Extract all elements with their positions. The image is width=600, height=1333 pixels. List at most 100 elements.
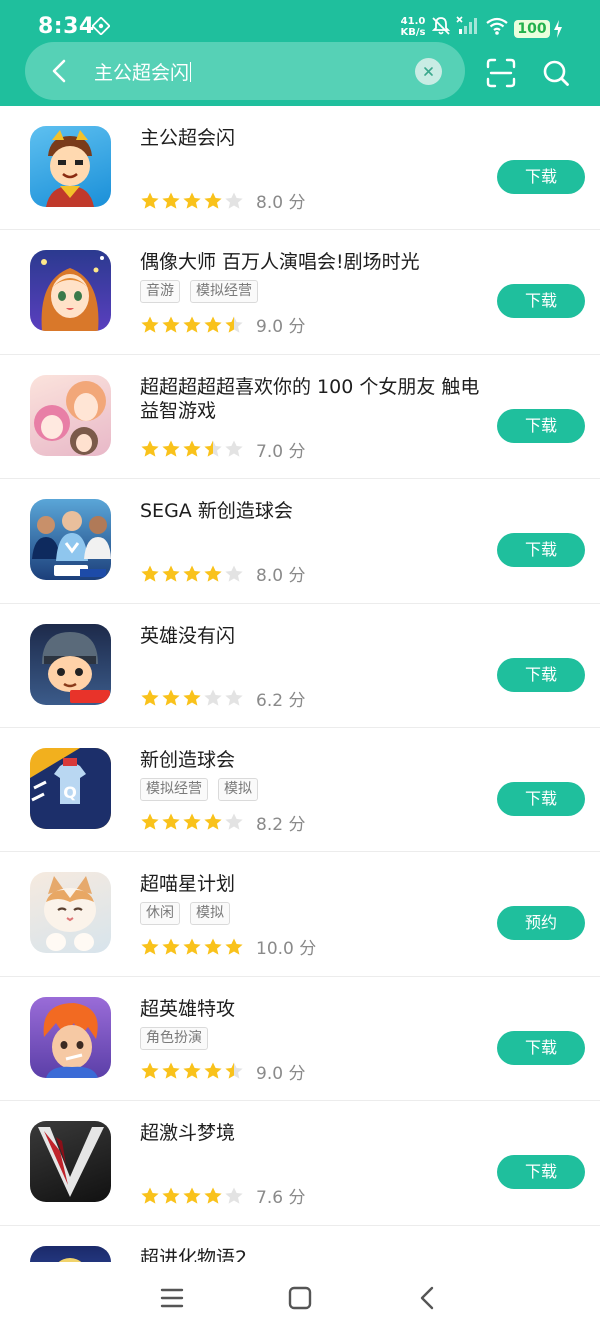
- star-half-icon: [225, 1062, 243, 1079]
- menu-icon[interactable]: [158, 1284, 186, 1312]
- star-filled-icon: [183, 565, 201, 582]
- star-half-icon: [225, 316, 243, 333]
- clear-search-button[interactable]: [415, 58, 442, 85]
- star-filled-icon: [204, 938, 222, 955]
- app-tag[interactable]: 模拟经营: [190, 280, 258, 304]
- list-item[interactable]: 英雄没有闪 6.2 分 下载: [0, 604, 600, 728]
- back-arrow-icon[interactable]: [47, 57, 73, 85]
- app-name[interactable]: 超超超超超喜欢你的 100 个女朋友 触电益智游戏: [140, 375, 480, 423]
- download-button[interactable]: 下载: [497, 533, 585, 568]
- list-item[interactable]: 超英雄特攻 角色扮演 9.0 分 下载: [0, 977, 600, 1102]
- star-filled-icon: [183, 440, 201, 457]
- hero-helmet-icon: [42, 631, 110, 703]
- app-rating: 10.0 分: [140, 934, 316, 959]
- star-rating: [140, 1061, 244, 1081]
- list-item[interactable]: 超喵星计划 休闲 模拟 10.0 分 预约: [0, 852, 600, 977]
- status-bar: 8:34 41.0 KB/s 100: [0, 0, 600, 48]
- star-rating: [140, 191, 244, 211]
- app-icon-anniv-jersey[interactable]: Q: [30, 747, 111, 829]
- app-icon-cartoon-lord[interactable]: [30, 126, 111, 207]
- home-icon[interactable]: [286, 1284, 314, 1312]
- app-name[interactable]: 偶像大师 百万人演唱会!剧场时光: [140, 250, 480, 274]
- status-time: 8:34: [38, 14, 95, 39]
- idol-girl-icon: [41, 256, 104, 332]
- list-item[interactable]: 超进化物语2: [0, 1226, 600, 1262]
- search-input[interactable]: 主公超会闪: [94, 58, 192, 85]
- app-icon-cat[interactable]: [30, 872, 111, 954]
- app-rating: 8.2 分: [140, 810, 305, 835]
- list-item[interactable]: 超激斗梦境 7.6 分 下载: [0, 1101, 600, 1226]
- search-results-list[interactable]: 主公超会闪 8.0 分 下载 偶像大师 百万人演唱会!剧场时光 音游 模拟经营 …: [0, 106, 600, 1262]
- app-name[interactable]: 超英雄特攻: [140, 997, 480, 1021]
- list-item[interactable]: 主公超会闪 8.0 分 下载: [0, 106, 600, 231]
- app-rating: 8.0 分: [140, 188, 305, 213]
- app-name[interactable]: 超进化物语2: [140, 1246, 480, 1262]
- star-filled-icon: [141, 1187, 159, 1204]
- list-item[interactable]: SEGA 新创造球会 8.0 分 下载: [0, 479, 600, 604]
- download-button[interactable]: 下载: [497, 657, 585, 692]
- app-name[interactable]: 新创造球会: [140, 748, 480, 772]
- app-rating: 9.0 分: [140, 1059, 305, 1084]
- top-bar: 8:34 41.0 KB/s 100 主公超会闪: [0, 0, 600, 106]
- download-button[interactable]: 下载: [497, 160, 585, 194]
- search-icon[interactable]: [542, 59, 570, 87]
- app-tag[interactable]: 音游: [140, 280, 180, 304]
- star-filled-icon: [204, 565, 222, 582]
- app-score: 8.0 分: [256, 193, 306, 213]
- star-filled-icon: [141, 689, 159, 706]
- star-empty-icon: [204, 689, 222, 706]
- star-filled-icon: [141, 1062, 159, 1079]
- back-icon[interactable]: [414, 1284, 442, 1312]
- app-icon-hero-helmet[interactable]: [30, 623, 111, 705]
- star-filled-icon: [162, 192, 180, 209]
- app-icon-orange-hair-hero[interactable]: [30, 996, 111, 1078]
- reserve-button[interactable]: 预约: [497, 906, 585, 941]
- star-filled-icon: [225, 938, 243, 955]
- app-name[interactable]: 英雄没有闪: [140, 624, 480, 648]
- star-filled-icon: [162, 938, 180, 955]
- app-tag[interactable]: 模拟: [190, 902, 230, 926]
- app-name[interactable]: 超喵星计划: [140, 872, 480, 896]
- settings-diamond-icon: [92, 17, 110, 35]
- download-button[interactable]: 下载: [497, 408, 585, 443]
- list-item[interactable]: 偶像大师 百万人演唱会!剧场时光 音游 模拟经营 9.0 分 下载: [0, 230, 600, 355]
- star-filled-icon: [183, 316, 201, 333]
- star-half-icon: [204, 440, 222, 457]
- anime-girls-icon: [34, 380, 106, 455]
- download-button[interactable]: 下载: [497, 284, 585, 319]
- star-empty-icon: [225, 813, 243, 831]
- list-item[interactable]: 超超超超超喜欢你的 100 个女朋友 触电益智游戏 7.0 分 下载: [0, 355, 600, 480]
- star-filled-icon: [162, 689, 180, 706]
- app-tag[interactable]: 模拟: [218, 777, 258, 801]
- app-icon-anime-girls[interactable]: [30, 374, 111, 456]
- app-tag[interactable]: 模拟经营: [140, 777, 208, 801]
- search-box[interactable]: 主公超会闪: [25, 42, 465, 100]
- app-name[interactable]: SEGA 新创造球会: [140, 499, 480, 523]
- star-filled-icon: [162, 1187, 180, 1204]
- app-tags: 音游 模拟经营: [140, 280, 258, 304]
- app-icon-dark-blade[interactable]: [30, 1121, 111, 1203]
- app-icon-soccer-club[interactable]: [30, 499, 111, 581]
- app-rating: 6.2 分: [140, 686, 305, 711]
- app-score: 8.2 分: [256, 814, 306, 835]
- download-button[interactable]: 下载: [497, 781, 585, 816]
- star-filled-icon: [141, 316, 159, 333]
- star-filled-icon: [183, 689, 201, 706]
- star-filled-icon: [141, 813, 159, 831]
- app-tag[interactable]: 角色扮演: [140, 1026, 208, 1050]
- star-empty-icon: [225, 192, 243, 209]
- star-rating: [140, 1186, 244, 1206]
- app-icon-evolution[interactable]: [30, 1245, 111, 1262]
- app-rating: 8.0 分: [140, 561, 305, 586]
- star-filled-icon: [204, 1062, 222, 1079]
- app-icon-idol-girl[interactable]: [30, 250, 111, 332]
- download-button[interactable]: 下载: [497, 1030, 585, 1065]
- star-filled-icon: [141, 440, 159, 457]
- app-name[interactable]: 超激斗梦境: [140, 1121, 480, 1145]
- star-filled-icon: [162, 1062, 180, 1079]
- app-tag[interactable]: 休闲: [140, 902, 180, 926]
- scan-icon[interactable]: [486, 58, 516, 88]
- list-item[interactable]: Q 新创造球会 模拟经营 模拟 8.2 分 下载: [0, 728, 600, 853]
- app-name[interactable]: 主公超会闪: [140, 126, 480, 150]
- download-button[interactable]: 下载: [497, 1155, 585, 1190]
